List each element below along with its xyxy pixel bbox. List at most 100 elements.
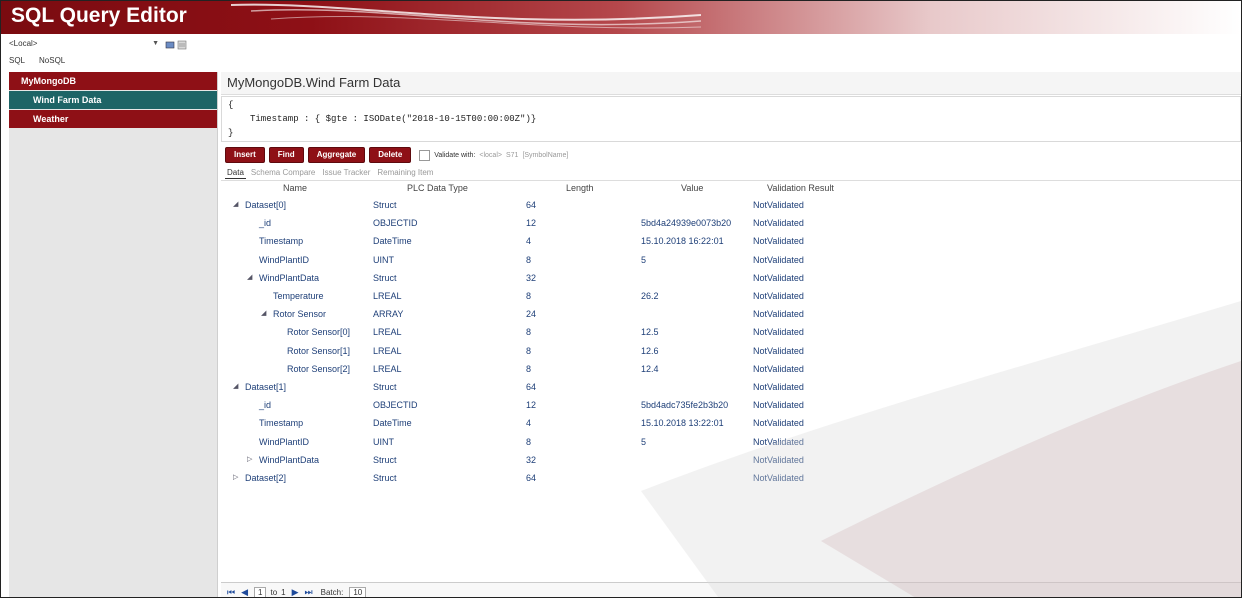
pager: ⏮ ◀ 1 to 1 ▶ ⏭ Batch: 10 [221,582,1241,598]
validate-s7[interactable]: S71 [506,152,518,159]
tab-schema-compare[interactable]: Schema Compare [249,167,317,179]
cell-name: WindPlantData [259,454,320,465]
cell-value: 15.10.2018 13:22:01 [641,418,724,429]
cell-value: 5bd4adc735fe2b3b20 [641,400,729,411]
cell-name: WindPlantID [259,436,310,447]
cell-name: Rotor Sensor[1] [287,345,351,356]
next-page-icon[interactable]: ▶ [292,587,299,598]
table-row[interactable]: ▷ WindPlantData Struct 32 NotValidated [221,452,1241,470]
col-header-validation[interactable]: Validation Result [767,181,834,195]
table-row[interactable]: ◢ Dataset[0] Struct 64 NotValidated [221,197,1241,215]
collection-title: MyMongoDB.Wind Farm Data [221,72,1241,95]
cell-plc-type: LREAL [373,363,402,374]
cell-validation-result: NotValidated [753,363,804,374]
table-row[interactable]: Rotor Sensor[1] LREAL 8 12.6 NotValidated [221,343,1241,361]
tree-expander-icon[interactable]: ▷ [233,473,238,481]
table-row[interactable]: Rotor Sensor[0] LREAL 8 12.5 NotValidated [221,324,1241,342]
table-row[interactable]: Temperature LREAL 8 26.2 NotValidated [221,288,1241,306]
tab-nosql[interactable]: NoSQL [39,55,71,66]
sidebar-item-database[interactable]: MyMongoDB [9,72,217,90]
batch-input[interactable]: 10 [349,586,367,597]
cell-length: 32 [526,272,537,283]
settings-icon[interactable] [177,40,187,50]
cell-validation-result: NotValidated [753,272,804,283]
cell-length: 64 [526,473,537,483]
cell-length: 12 [526,218,537,229]
table-row[interactable]: ◢ Rotor Sensor ARRAY 24 NotValidated [221,306,1241,324]
cell-length: 12 [526,400,537,411]
validate-server[interactable]: <local> [479,152,502,159]
app-window: SQL Query Editor <Local> ▼ SQL NoSQL MyM… [0,0,1242,598]
tab-sql[interactable]: SQL [9,55,31,66]
table-row[interactable]: WindPlantID UINT 8 5 NotValidated [221,434,1241,452]
col-header-plc-type[interactable]: PLC Data Type [407,181,468,195]
toolbar: Insert Find Aggregate Delete Validate wi… [225,147,568,163]
cell-plc-type: LREAL [373,291,402,301]
server-value: <Local> [9,38,38,48]
table-row[interactable]: ▷ Dataset[2] Struct 64 NotValidated [221,470,1241,488]
cell-plc-type: DateTime [373,418,412,429]
sidebar-item-weather[interactable]: Weather [9,110,217,128]
cell-length: 8 [526,345,532,356]
tab-remaining-item[interactable]: Remaining Item [375,167,435,179]
validate-symbol[interactable]: [SymbolName] [522,152,568,159]
table-row[interactable]: WindPlantID UINT 8 5 NotValidated [221,252,1241,270]
query-body: Timestamp : { $gte : ISODate("2018-10-15… [250,114,537,124]
tree-expander-icon[interactable]: ◢ [233,200,238,208]
cell-plc-type: OBJECTID [373,400,418,411]
tree-expander-icon[interactable]: ▷ [247,455,252,463]
tab-issue-tracker[interactable]: Issue Tracker [320,167,372,179]
validate-checkbox[interactable] [419,149,431,161]
server-select[interactable]: <Local> ▼ [9,39,159,52]
cell-length: 8 [526,291,532,301]
table-row[interactable]: Timestamp DateTime 4 15.10.2018 13:22:01 Not… [221,415,1241,433]
table-row[interactable]: Timestamp DateTime 4 15.10.2018 16:22:01 Not… [221,233,1241,251]
cell-plc-type: ARRAY [373,309,404,320]
cell-name: Timestamp [259,236,304,247]
cell-validation-result: NotValidated [753,309,804,320]
prev-page-icon[interactable]: ◀ [241,587,248,598]
cell-validation-result: NotValidated [753,218,804,229]
cell-plc-type: LREAL [373,327,402,338]
tree-expander-icon[interactable]: ◢ [233,382,238,390]
cell-validation-result: NotValidated [753,436,804,447]
last-page-icon[interactable]: ⏭ [305,587,313,598]
tree-expander-icon[interactable]: ◢ [247,273,252,281]
aggregate-button[interactable]: Aggregate [307,147,366,163]
cell-value: 12.5 [641,327,659,338]
header-swoosh-graphic [231,3,701,29]
cell-validation-result: NotValidated [753,236,804,247]
cell-value: 5 [641,254,647,265]
sidebar-item-wind-farm-data[interactable]: Wind Farm Data [9,91,217,109]
cell-name: WindPlantData [259,272,320,283]
col-header-length[interactable]: Length [566,181,594,195]
tab-data[interactable]: Data [225,167,246,179]
table-row[interactable]: _id OBJECTID 12 5bd4adc735fe2b3b20 NotValida… [221,397,1241,415]
data-grid: Name PLC Data Type Length Value Validati… [221,180,1241,566]
table-row[interactable]: ◢ Dataset[1] Struct 64 NotValidated [221,379,1241,397]
table-row[interactable]: _id OBJECTID 12 5bd4a24939e0073b20 NotValida… [221,215,1241,233]
insert-button[interactable]: Insert [225,147,265,163]
cell-value: 12.4 [641,363,659,374]
page-input[interactable]: 1 [254,586,267,597]
cell-value: 15.10.2018 16:22:01 [641,236,724,247]
cell-name: _id [259,400,272,411]
cell-name: Timestamp [259,418,304,429]
table-row[interactable]: Rotor Sensor[2] LREAL 8 12.4 NotValidated [221,361,1241,379]
sidebar: MyMongoDB Wind Farm Data Weather [9,72,218,597]
col-header-name[interactable]: Name [283,181,307,195]
cell-length: 8 [526,327,532,338]
cell-validation-result: NotValidated [753,327,804,338]
tree-expander-icon[interactable]: ◢ [261,309,266,317]
delete-button[interactable]: Delete [369,147,412,163]
col-header-value[interactable]: Value [681,181,703,195]
main-panel: MyMongoDB.Wind Farm Data { Timestamp : {… [221,72,1241,597]
first-page-icon[interactable]: ⏮ [227,587,235,598]
cell-plc-type: UINT [373,436,394,447]
connect-icon[interactable] [165,40,175,50]
find-button[interactable]: Find [268,147,304,163]
table-row[interactable]: ◢ WindPlantData Struct 32 NotValidated [221,270,1241,288]
cell-validation-result: NotValidated [753,400,804,411]
query-editor[interactable]: { Timestamp : { $gte : ISODate("2018-10-… [221,96,1241,142]
query-open-brace: { [228,100,234,110]
